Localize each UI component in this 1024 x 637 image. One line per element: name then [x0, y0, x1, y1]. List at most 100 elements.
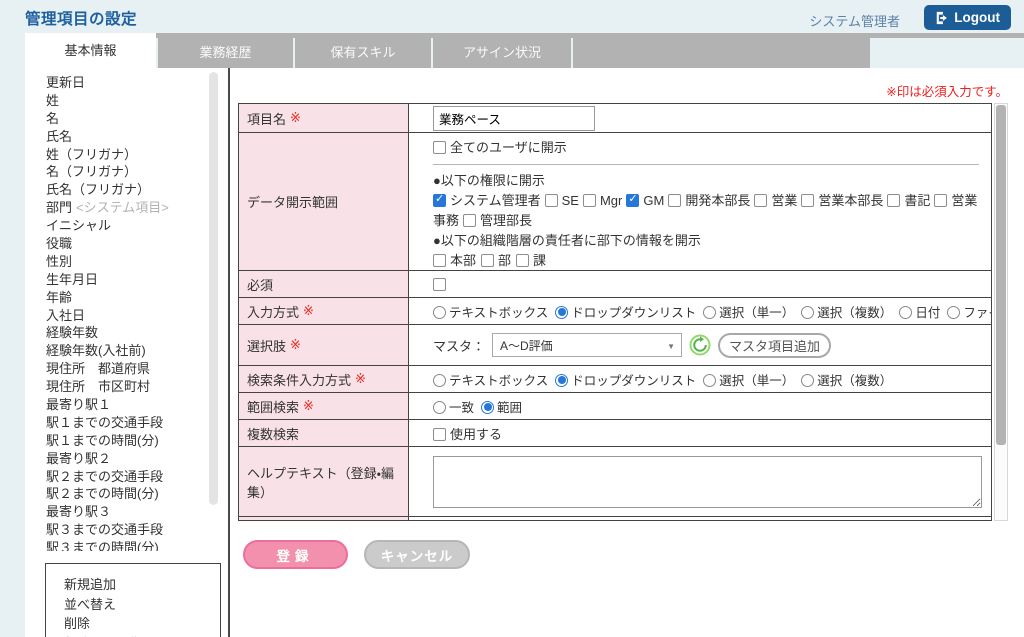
checkbox[interactable] [516, 254, 529, 267]
radio[interactable] [801, 374, 814, 387]
master-select[interactable]: A～D評価 ▼ [492, 333, 682, 357]
radio-option[interactable]: ドロップダウンリスト [555, 306, 696, 320]
radio[interactable] [433, 306, 446, 319]
sidebar-item[interactable]: 駅３までの交通手段 [46, 521, 204, 539]
radio[interactable] [899, 306, 912, 319]
sidebar-item[interactable]: 最寄り駅１ [46, 396, 204, 414]
radio[interactable] [703, 306, 716, 319]
permission-option[interactable]: システム管理者 [433, 193, 541, 208]
checkbox[interactable] [433, 254, 446, 267]
radio-option[interactable]: テキストボックス [433, 374, 548, 388]
radio[interactable] [801, 306, 814, 319]
checkbox[interactable] [545, 194, 558, 207]
action-item[interactable]: 並べ替え [64, 595, 220, 615]
multi-search-option[interactable]: 使用する [433, 427, 502, 442]
action-item[interactable]: 削除 [64, 614, 220, 634]
radio[interactable] [433, 374, 446, 387]
radio-option[interactable]: 範囲 [481, 401, 522, 415]
permission-option[interactable]: 書記 [887, 193, 930, 208]
radio[interactable] [481, 401, 494, 414]
sidebar-item[interactable]: 氏名（フリガナ） [46, 181, 204, 199]
radio[interactable] [433, 401, 446, 414]
checkbox[interactable] [934, 194, 947, 207]
sidebar-item[interactable]: 氏名 [46, 128, 204, 146]
sidebar-item[interactable]: 更新日 [46, 74, 204, 92]
sidebar-item[interactable]: 年齢 [46, 289, 204, 307]
cancel-button[interactable]: キャンセル [364, 540, 470, 569]
sidebar-item[interactable]: 駅１までの交通手段 [46, 414, 204, 432]
sidebar-item[interactable]: 入社日 [46, 307, 204, 325]
radio-option[interactable]: 一致 [433, 401, 474, 415]
sidebar-item[interactable]: 経験年数(入社前) [46, 342, 204, 360]
main-scrollbar-thumb[interactable] [996, 105, 1006, 445]
sidebar-item[interactable]: 経験年数 [46, 324, 204, 342]
sidebar-item[interactable]: 生年月日 [46, 271, 204, 289]
refresh-icon[interactable] [689, 334, 711, 356]
org-option[interactable]: 本部 [433, 253, 476, 268]
help-text-input[interactable] [433, 456, 982, 508]
sidebar-item[interactable]: 現住所 市区町村 [46, 378, 204, 396]
sidebar-item[interactable]: 最寄り駅２ [46, 450, 204, 468]
radio-option[interactable]: 日付 [899, 306, 940, 320]
checkbox[interactable] [668, 194, 681, 207]
logout-button[interactable]: Logout [924, 5, 1011, 30]
sidebar-item[interactable]: 駅３までの時間(分) [46, 539, 204, 551]
required-checkbox[interactable] [433, 278, 446, 291]
sidebar-item[interactable]: 駅２までの交通手段 [46, 468, 204, 486]
radio-option[interactable]: ファイル [947, 306, 992, 320]
sidebar-item[interactable]: 性別 [46, 253, 204, 271]
sidebar-item[interactable]: 名 [46, 110, 204, 128]
permission-option[interactable]: Mgr [583, 193, 622, 208]
org-option[interactable]: 課 [516, 253, 546, 268]
org-option[interactable]: 部 [481, 253, 511, 268]
checkbox[interactable] [754, 194, 767, 207]
radio-option[interactable]: 選択（複数） [801, 374, 892, 388]
radio[interactable] [555, 374, 568, 387]
tab-basic-info[interactable]: 基本情報 [25, 33, 156, 68]
all-users-option[interactable]: 全てのユーザに開示 [433, 140, 567, 155]
checkbox[interactable] [481, 254, 494, 267]
permission-option[interactable]: 開発本部長 [668, 193, 750, 208]
add-master-button[interactable]: マスタ項目追加 [718, 333, 831, 358]
action-item[interactable]: 削除項目の復元 [64, 634, 220, 637]
sidebar-scrollbar[interactable] [209, 72, 218, 505]
permission-option[interactable]: 営業本部長 [801, 193, 883, 208]
checkbox[interactable] [887, 194, 900, 207]
checkbox[interactable] [463, 214, 476, 227]
checkbox[interactable] [433, 141, 446, 154]
sidebar-item[interactable]: 名（フリガナ） [46, 163, 204, 181]
radio-option[interactable]: 選択（単一） [703, 374, 794, 388]
permission-option[interactable]: SE [545, 193, 579, 208]
radio[interactable] [555, 306, 568, 319]
checkbox[interactable] [433, 428, 446, 441]
checkbox[interactable] [583, 194, 596, 207]
sidebar-item[interactable]: 役職 [46, 235, 204, 253]
checkbox[interactable] [626, 194, 639, 207]
main-scrollbar[interactable] [994, 103, 1008, 521]
radio-option[interactable]: 選択（単一） [703, 306, 794, 320]
sidebar-item[interactable]: 現住所 都道府県 [46, 360, 204, 378]
submit-button[interactable]: 登録 [243, 540, 348, 569]
sidebar-item[interactable]: 駅２までの時間(分) [46, 485, 204, 503]
tab-work-history[interactable]: 業務経歴 [158, 38, 293, 68]
radio-option[interactable]: 選択（複数） [801, 306, 892, 320]
checkbox[interactable] [801, 194, 814, 207]
sidebar-item[interactable]: 駅１までの時間(分) [46, 432, 204, 450]
radio-option[interactable]: ドロップダウンリスト [555, 374, 696, 388]
radio[interactable] [947, 306, 960, 319]
permission-option[interactable]: GM [626, 193, 664, 208]
radio-option[interactable]: テキストボックス [433, 306, 548, 320]
sidebar-item[interactable]: 姓 [46, 92, 204, 110]
tab-skills[interactable]: 保有スキル [295, 38, 431, 68]
action-item[interactable]: 新規追加 [64, 575, 220, 595]
permission-option[interactable]: 管理部長 [463, 213, 532, 228]
checkbox[interactable] [433, 194, 446, 207]
sidebar-item[interactable]: イニシャル [46, 217, 204, 235]
tab-assign-status[interactable]: アサイン状況 [433, 38, 571, 68]
sidebar-item[interactable]: 部門<システム項目> [46, 199, 204, 217]
permission-option[interactable]: 営業 [754, 193, 797, 208]
sidebar-item[interactable]: 最寄り駅３ [46, 503, 204, 521]
sidebar-item[interactable]: 姓（フリガナ） [46, 146, 204, 164]
radio[interactable] [703, 374, 716, 387]
item-name-input[interactable] [433, 106, 595, 131]
